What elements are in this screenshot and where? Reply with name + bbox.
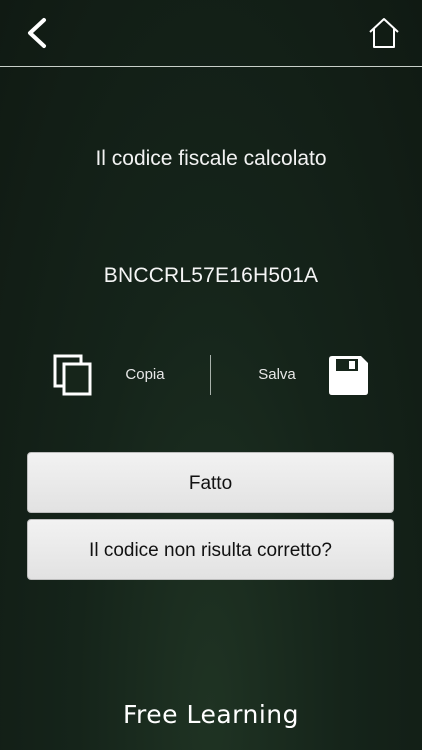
top-bar [0, 0, 422, 66]
back-button[interactable] [22, 16, 54, 50]
code-not-correct-button[interactable]: Il codice non risulta corretto? [27, 519, 394, 580]
back-chevron-icon [28, 18, 46, 48]
home-icon [369, 18, 399, 48]
actions-divider [210, 355, 211, 395]
fiscal-code-value: BNCCRL57E16H501A [103, 264, 319, 287]
brand-logo: Free Learning [122, 700, 300, 729]
save-button[interactable]: Salva [248, 366, 306, 383]
result-title: Il codice fiscale calcolato [95, 147, 327, 170]
header-divider [0, 66, 422, 67]
copy-button[interactable]: Copia [115, 366, 175, 383]
done-button[interactable]: Fatto [27, 452, 394, 513]
home-button[interactable] [366, 15, 402, 51]
copy-icon[interactable] [53, 354, 93, 396]
save-icon[interactable] [328, 355, 369, 396]
